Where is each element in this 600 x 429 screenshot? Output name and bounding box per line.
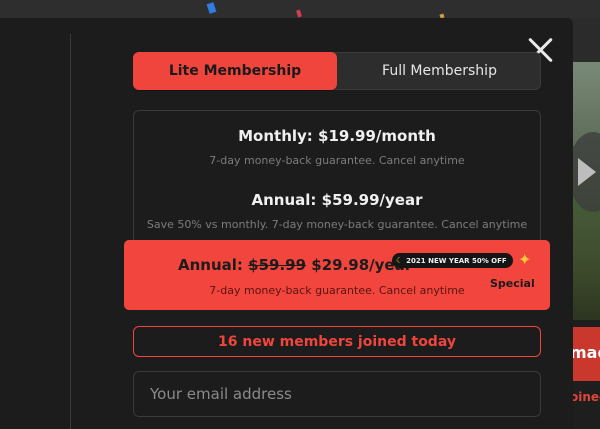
tab-full-membership[interactable]: Full Membership — [338, 52, 541, 90]
plan-annual-subtitle: Save 50% vs monthly. 7-day money-back gu… — [146, 218, 528, 231]
email-input[interactable] — [133, 371, 541, 417]
plan-annual-title: Annual: $59.99/year — [251, 191, 423, 209]
modal-divider — [70, 34, 71, 429]
sparkle-icon: ✦ — [518, 250, 532, 269]
plan-monthly-subtitle: 7-day money-back guarantee. Cancel anyti… — [209, 154, 465, 167]
plan-monthly-title: Monthly: $19.99/month — [238, 127, 436, 145]
background-link-text: oined — [570, 390, 600, 404]
plan-monthly[interactable]: Monthly: $19.99/month 7-day money-back g… — [134, 127, 540, 167]
members-joined-banner: 16 new members joined today — [133, 326, 541, 357]
plan-special-subtitle: 7-day money-back guarantee. Cancel anyti… — [209, 284, 465, 297]
membership-tabs: Lite Membership Full Membership — [133, 52, 541, 90]
confetti-piece — [296, 9, 302, 18]
moon-icon: ☾ — [396, 256, 404, 265]
plan-special-prefix: Annual: — [178, 256, 249, 274]
plan-annual-special[interactable]: Annual: $59.99 $29.98/year ☾ 2021 NEW YE… — [124, 240, 550, 310]
plan-annual[interactable]: Annual: $59.99/year Save 50% vs monthly.… — [134, 191, 540, 231]
plan-special-title: Annual: $59.99 $29.98/year — [178, 256, 412, 274]
promo-badge-label: 2021 NEW YEAR 50% OFF — [406, 256, 507, 265]
plan-options: Monthly: $19.99/month 7-day money-back g… — [133, 110, 541, 260]
promo-badge: ☾ 2021 NEW YEAR 50% OFF — [392, 253, 513, 268]
tab-lite-membership[interactable]: Lite Membership — [133, 52, 337, 90]
confetti-piece — [206, 2, 217, 14]
plan-special-old-price: $59.99 — [248, 256, 307, 274]
background-page-header — [0, 0, 600, 19]
